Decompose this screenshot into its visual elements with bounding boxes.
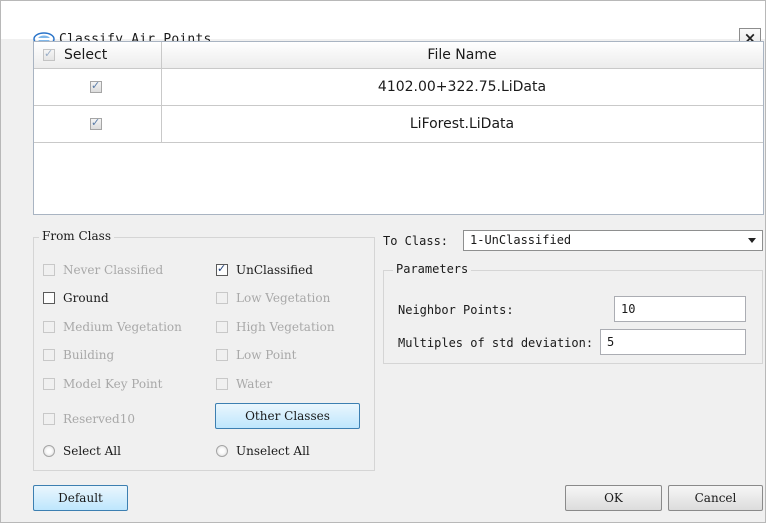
table-row[interactable]: LiForest.LiData <box>34 106 763 143</box>
classify-air-points-dialog: Classify Air Points × Select File Name 4… <box>0 0 766 523</box>
select-column-header[interactable]: Select <box>34 42 162 68</box>
neighbor-points-label: Neighbor Points: <box>398 303 514 317</box>
cancel-button[interactable]: Cancel <box>668 485 763 511</box>
other-classes-button[interactable]: Other Classes <box>215 403 360 429</box>
checkbox[interactable] <box>43 378 55 390</box>
row-select-checkbox[interactable] <box>90 79 102 93</box>
checkbox[interactable] <box>216 292 228 304</box>
parameters-title: Parameters <box>393 262 472 276</box>
checkbox[interactable] <box>43 292 55 304</box>
file-name-cell: LiForest.LiData <box>409 116 515 132</box>
checkbox[interactable] <box>216 349 228 361</box>
grid-header: Select File Name <box>34 42 763 69</box>
select-header-label: Select <box>64 47 108 63</box>
checkbox[interactable] <box>43 349 55 361</box>
checkbox[interactable] <box>216 262 228 276</box>
radio-button[interactable] <box>43 445 55 457</box>
neighbor-points-input[interactable]: 10 <box>614 296 746 322</box>
file-name-column-header[interactable]: File Name <box>162 42 762 68</box>
from-class-title: From Class <box>39 229 114 243</box>
checkbox[interactable] <box>216 321 228 333</box>
checkbox[interactable] <box>43 264 55 276</box>
checkbox[interactable] <box>43 413 55 425</box>
checkbox[interactable] <box>216 378 228 390</box>
chevron-down-icon <box>748 238 756 243</box>
std-deviation-input[interactable]: 5 <box>600 329 746 355</box>
row-select-checkbox[interactable] <box>90 116 102 130</box>
to-class-selected: 1-UnClassified <box>470 233 572 247</box>
title-bar: Classify Air Points × <box>1 1 765 50</box>
to-class-label: To Class: <box>383 234 449 248</box>
to-class-dropdown[interactable]: 1-UnClassified <box>463 230 763 251</box>
ok-button[interactable]: OK <box>565 485 662 511</box>
default-button[interactable]: Default <box>33 485 128 511</box>
file-grid: Select File Name 4102.00+322.75.LiData L… <box>33 41 764 215</box>
file-name-cell: 4102.00+322.75.LiData <box>377 79 547 95</box>
table-row[interactable]: 4102.00+322.75.LiData <box>34 69 763 106</box>
std-deviation-label: Multiples of std deviation: <box>398 336 594 350</box>
checkbox[interactable] <box>43 321 55 333</box>
select-all-checkbox[interactable] <box>43 47 55 61</box>
radio-button[interactable] <box>216 445 228 457</box>
